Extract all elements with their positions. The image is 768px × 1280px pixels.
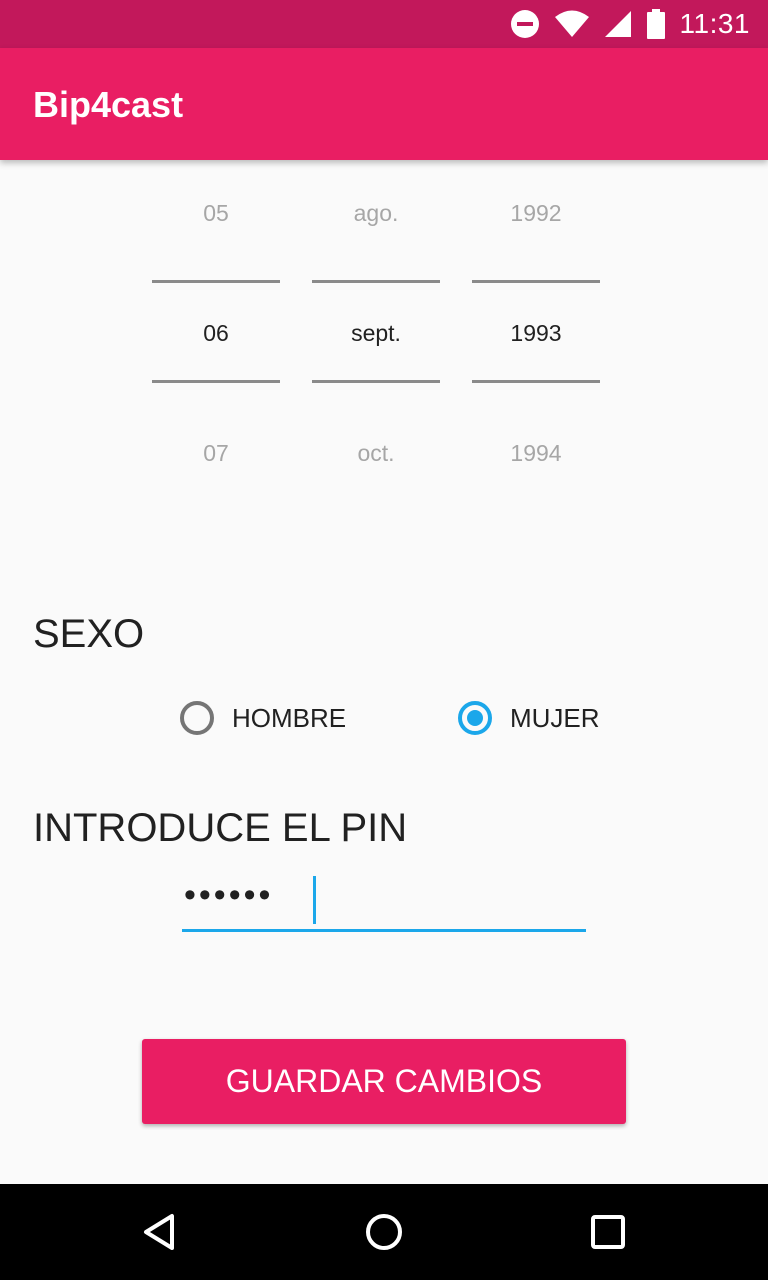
year-prev[interactable]: 1992: [472, 200, 600, 227]
day-prev[interactable]: 05: [152, 200, 280, 227]
signal-icon: [604, 11, 631, 37]
month-picker[interactable]: ago. sept. oct.: [312, 160, 440, 520]
text-cursor: [313, 876, 316, 924]
do-not-disturb-icon: [510, 10, 539, 38]
status-icons: 11:31: [510, 0, 751, 48]
day-divider-top: [152, 280, 280, 283]
battery-icon: [646, 9, 665, 39]
month-current[interactable]: sept.: [312, 320, 440, 347]
day-divider-bottom: [152, 380, 280, 383]
pin-input[interactable]: ••••••: [182, 870, 586, 934]
year-divider-bottom: [472, 380, 600, 383]
pin-masked-value[interactable]: ••••••: [184, 876, 273, 915]
pin-label: INTRODUCE EL PIN: [33, 806, 408, 850]
month-next[interactable]: oct.: [312, 440, 440, 467]
home-icon[interactable]: [360, 1208, 408, 1256]
radio-hombre-circle[interactable]: [180, 701, 214, 735]
nav-bar: [0, 1184, 768, 1280]
day-picker[interactable]: 05 06 07: [152, 160, 280, 520]
pin-underline: [182, 929, 586, 932]
year-divider-top: [472, 280, 600, 283]
radio-mujer-circle[interactable]: [458, 701, 492, 735]
month-divider-top: [312, 280, 440, 283]
day-current[interactable]: 06: [152, 320, 280, 347]
app-bar: Bip4cast: [0, 48, 768, 160]
radio-mujer-label[interactable]: MUJER: [510, 703, 600, 734]
recents-icon[interactable]: [584, 1208, 632, 1256]
app-title: Bip4cast: [33, 84, 184, 125]
month-prev[interactable]: ago.: [312, 200, 440, 227]
wifi-icon: [554, 10, 589, 37]
year-next[interactable]: 1994: [472, 440, 600, 467]
radio-hombre[interactable]: HOMBRE: [180, 701, 346, 735]
save-button[interactable]: GUARDAR CAMBIOS: [142, 1039, 626, 1124]
radio-mujer[interactable]: MUJER: [458, 701, 600, 735]
back-icon[interactable]: [136, 1208, 184, 1256]
year-current[interactable]: 1993: [472, 320, 600, 347]
radio-hombre-label[interactable]: HOMBRE: [232, 703, 346, 734]
screen: 11:31 Bip4cast 05 06 07 ago. sept. oct. …: [0, 0, 768, 1280]
status-time: 11:31: [679, 8, 750, 39]
status-bar: 11:31: [0, 0, 768, 48]
month-divider-bottom: [312, 380, 440, 383]
day-next[interactable]: 07: [152, 440, 280, 467]
year-picker[interactable]: 1992 1993 1994: [472, 160, 600, 520]
sex-label: SEXO: [33, 612, 145, 656]
